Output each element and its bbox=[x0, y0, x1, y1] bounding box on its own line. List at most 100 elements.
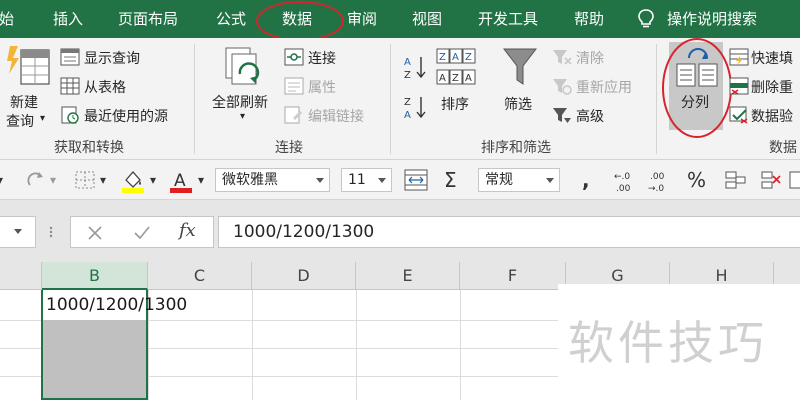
chevron-down-icon[interactable] bbox=[14, 229, 22, 234]
chevron-down-icon[interactable]: ▾ bbox=[50, 160, 56, 200]
redo-icon[interactable] bbox=[26, 170, 46, 190]
tab-review[interactable]: 审阅 bbox=[347, 0, 377, 38]
font-name-select[interactable]: 微软雅黑 bbox=[215, 168, 330, 192]
chevron-down-icon[interactable]: ▾ bbox=[100, 160, 106, 200]
chevron-down-icon[interactable]: ▾ bbox=[0, 160, 3, 200]
font-size-select[interactable]: 11 bbox=[341, 168, 392, 192]
group-separator bbox=[390, 44, 391, 154]
svg-text:Z: Z bbox=[439, 52, 446, 63]
svg-text:A: A bbox=[465, 73, 472, 84]
percent-style-icon[interactable]: % bbox=[687, 160, 706, 200]
column-gridline bbox=[356, 290, 357, 400]
data-validation-button[interactable]: 数据验 bbox=[751, 106, 793, 126]
filter-icon[interactable] bbox=[502, 46, 538, 88]
flash-fill-icon[interactable] bbox=[729, 48, 749, 66]
sort-button[interactable]: 排序 bbox=[441, 94, 469, 114]
autosum-icon[interactable]: Σ bbox=[444, 160, 457, 200]
cancel-icon[interactable] bbox=[87, 225, 103, 241]
new-query-icon[interactable] bbox=[6, 44, 52, 92]
remove-duplicates-icon[interactable] bbox=[729, 77, 749, 95]
column-header-a[interactable] bbox=[0, 262, 42, 290]
svg-text:Z: Z bbox=[452, 73, 459, 84]
column-gridline bbox=[460, 290, 461, 400]
tab-formulas[interactable]: 公式 bbox=[216, 0, 246, 38]
borders-icon[interactable] bbox=[74, 170, 96, 190]
tab-insert[interactable]: 插入 bbox=[53, 0, 83, 38]
new-query-label-2[interactable]: 查询 bbox=[6, 111, 34, 131]
new-query-label-1[interactable]: 新建 bbox=[10, 92, 38, 112]
comma-style-icon[interactable]: , bbox=[582, 160, 590, 200]
svg-text:→.0: →.0 bbox=[648, 184, 664, 194]
column-header-b[interactable]: B bbox=[42, 262, 148, 290]
from-table-button[interactable]: 从表格 bbox=[84, 77, 126, 97]
table-icon[interactable] bbox=[60, 77, 80, 95]
show-queries-button[interactable]: 显示查询 bbox=[84, 48, 140, 68]
connections-button[interactable]: 连接 bbox=[308, 48, 336, 68]
worksheet-grid: B C D E F G H 1000/1200/1300 软件技巧 bbox=[0, 262, 800, 400]
connections-icon[interactable] bbox=[284, 48, 304, 66]
properties-icon bbox=[284, 77, 304, 95]
svg-text:Z: Z bbox=[404, 97, 411, 108]
tab-home[interactable]: 开始 bbox=[0, 0, 14, 38]
group-label-sort-filter: 排序和筛选 bbox=[481, 140, 551, 156]
insert-function-icon[interactable]: fx bbox=[179, 220, 196, 241]
format-cells-icon[interactable] bbox=[788, 170, 800, 190]
tab-data[interactable]: 数据 bbox=[282, 0, 312, 38]
flash-fill-button[interactable]: 快速填 bbox=[751, 48, 793, 68]
number-format-value: 常规 bbox=[485, 172, 513, 188]
group-label-connections: 连接 bbox=[275, 140, 303, 156]
formula-input[interactable]: 1000/1200/1300 bbox=[218, 216, 800, 248]
refresh-all-button[interactable]: 全部刷新 bbox=[212, 92, 268, 112]
tab-view[interactable]: 视图 bbox=[412, 0, 442, 38]
lightbulb-icon bbox=[638, 9, 654, 28]
ribbon: 新建 查询 ▾ 显示查询 从表格 最近使用的源 获取和转换 全部刷新 ▾ 连接 bbox=[0, 38, 800, 160]
column-gridline bbox=[252, 290, 253, 400]
sort-ascending-icon[interactable]: A Z bbox=[403, 54, 427, 80]
show-queries-icon[interactable] bbox=[60, 48, 80, 66]
tell-me-search[interactable]: 操作说明搜索 bbox=[667, 0, 757, 38]
svg-text:A: A bbox=[439, 73, 446, 84]
tab-help[interactable]: 帮助 bbox=[574, 0, 604, 38]
number-format-select[interactable]: 常规 bbox=[478, 168, 560, 192]
chevron-down-icon[interactable]: ▾ bbox=[240, 111, 245, 122]
data-validation-icon[interactable] bbox=[729, 106, 749, 124]
column-header-d[interactable]: D bbox=[252, 262, 356, 290]
name-box[interactable] bbox=[0, 216, 36, 248]
advanced-filter-icon[interactable] bbox=[552, 106, 572, 124]
insert-cells-icon[interactable] bbox=[724, 170, 746, 190]
sort-descending-icon[interactable]: Z A bbox=[403, 94, 427, 120]
chevron-down-icon[interactable]: ▾ bbox=[198, 160, 204, 200]
filter-button[interactable]: 筛选 bbox=[504, 94, 532, 114]
tab-developer[interactable]: 开发工具 bbox=[478, 0, 538, 38]
merge-center-icon[interactable] bbox=[404, 169, 428, 191]
svg-text:.00: .00 bbox=[616, 184, 631, 194]
clear-filter-icon bbox=[553, 50, 572, 65]
chevron-down-icon[interactable]: ▾ bbox=[40, 113, 45, 124]
chevron-down-icon bbox=[378, 178, 386, 183]
increase-decimal-icon[interactable]: ←.0 .00 bbox=[612, 168, 636, 194]
svg-text:←.0: ←.0 bbox=[614, 172, 630, 182]
column-header-f[interactable]: F bbox=[460, 262, 566, 290]
delete-cells-icon[interactable] bbox=[760, 170, 782, 190]
group-separator bbox=[194, 44, 195, 154]
svg-text:A: A bbox=[452, 52, 459, 63]
tab-page-layout[interactable]: 页面布局 bbox=[118, 0, 178, 38]
font-name-value: 微软雅黑 bbox=[222, 172, 278, 188]
chevron-down-icon[interactable]: ▾ bbox=[150, 160, 156, 200]
cell-b1[interactable]: 1000/1200/1300 bbox=[46, 294, 187, 316]
recent-sources-button[interactable]: 最近使用的源 bbox=[84, 106, 168, 126]
advanced-button[interactable]: 高级 bbox=[576, 106, 604, 126]
sort-icon[interactable]: Z A Z A Z A bbox=[436, 48, 476, 90]
enter-check-icon[interactable] bbox=[133, 225, 151, 241]
refresh-all-icon[interactable] bbox=[222, 46, 264, 92]
fill-color-icon[interactable] bbox=[120, 168, 146, 194]
column-header-c[interactable]: C bbox=[148, 262, 252, 290]
resize-handle-icon[interactable] bbox=[48, 226, 54, 238]
remove-duplicates-button[interactable]: 删除重 bbox=[751, 77, 793, 97]
recent-sources-icon[interactable] bbox=[60, 106, 80, 124]
edit-links-button: 编辑链接 bbox=[308, 109, 364, 125]
watermark-text: 软件技巧 bbox=[568, 316, 768, 370]
decrease-decimal-icon[interactable]: .00 →.0 bbox=[646, 168, 670, 194]
column-header-e[interactable]: E bbox=[356, 262, 460, 290]
font-color-icon[interactable]: A bbox=[168, 168, 194, 194]
